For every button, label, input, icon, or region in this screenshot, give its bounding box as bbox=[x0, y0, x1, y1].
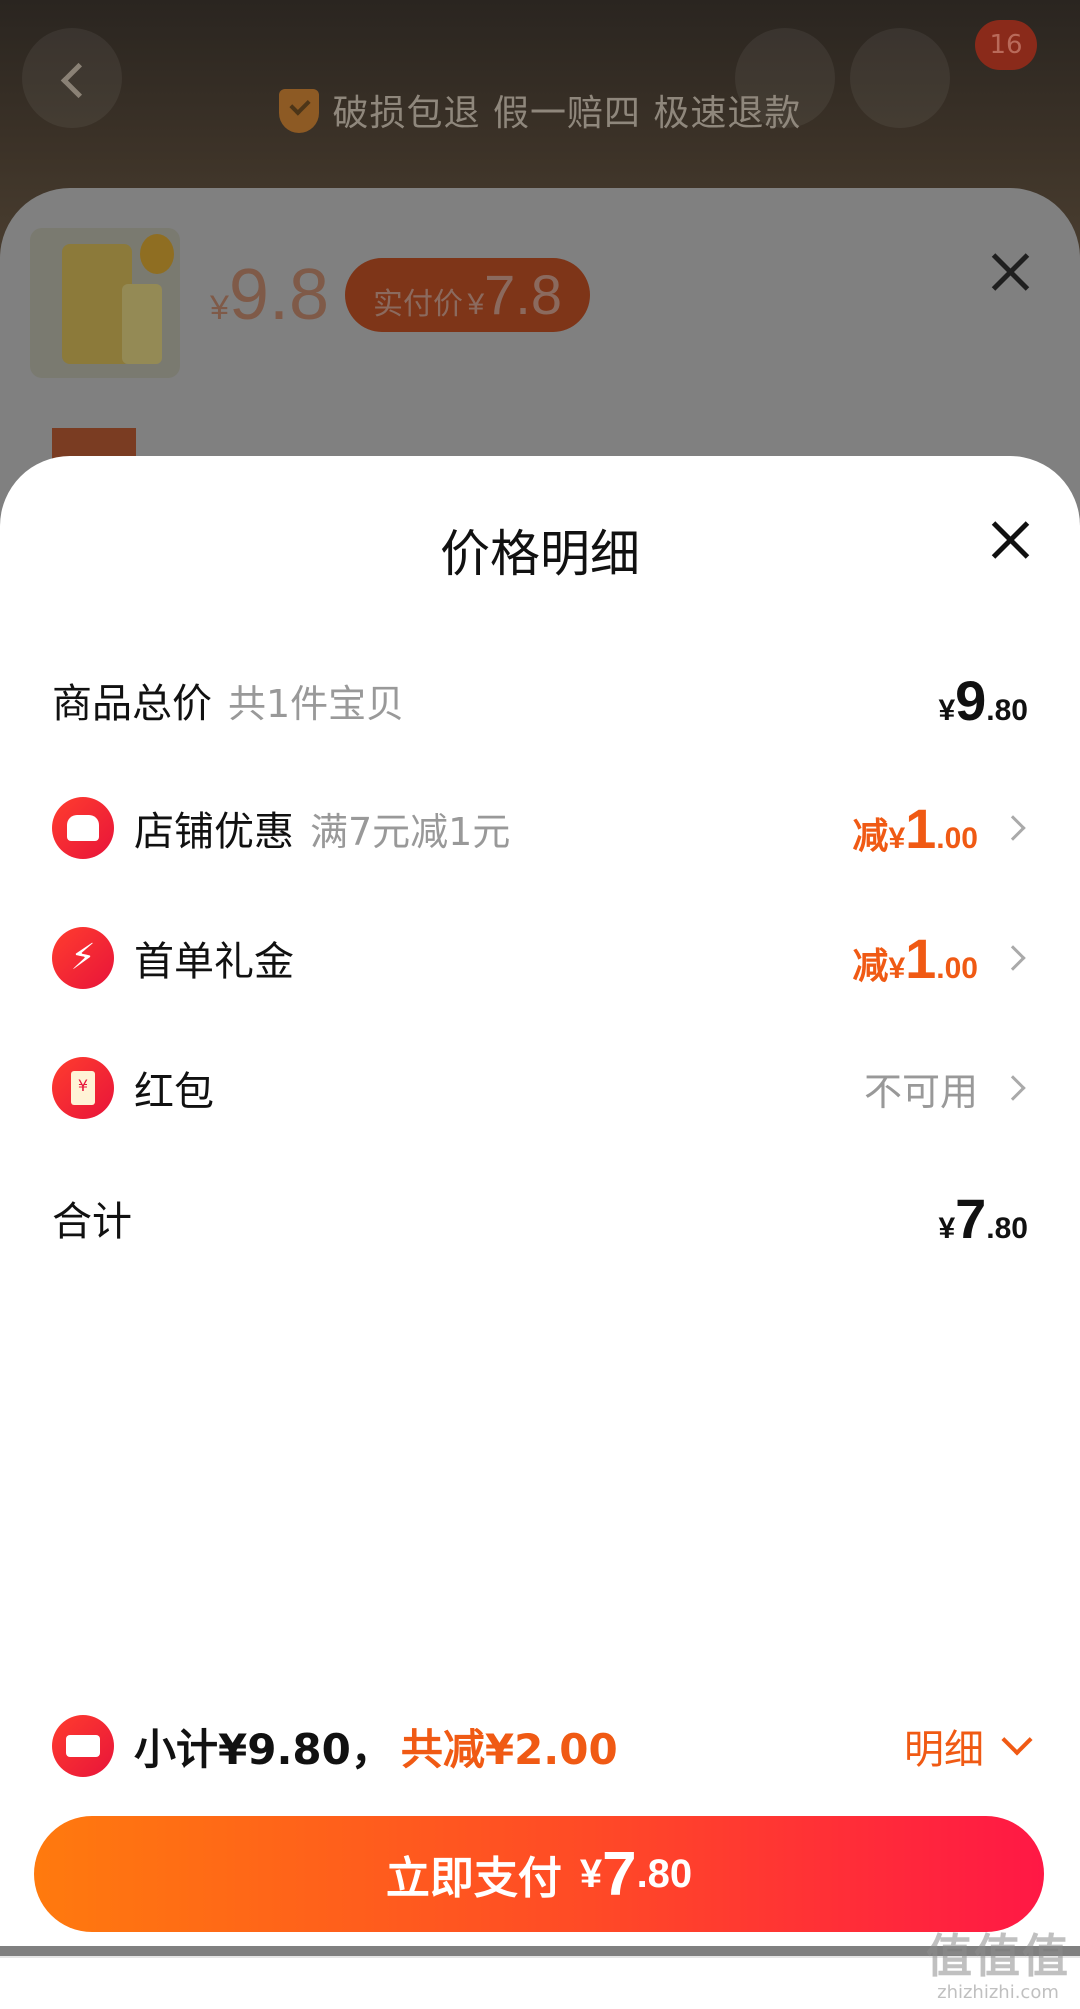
ticket-icon bbox=[52, 1715, 114, 1777]
product-thumbnail bbox=[30, 228, 180, 378]
paid-price-pill: 实付价 ¥7.8 bbox=[345, 258, 590, 332]
pay-amount-int: 7 bbox=[602, 1839, 637, 1909]
goods-total-amount: ¥9.80 bbox=[938, 668, 1028, 732]
pay-label: 立即支付 bbox=[385, 1853, 562, 1904]
pay-amount-dec: .80 bbox=[636, 1851, 693, 1896]
row-hint: 满7元减1元 bbox=[310, 809, 511, 854]
store-icon bbox=[52, 797, 114, 859]
chevron-right-icon bbox=[1000, 945, 1026, 971]
subtotal-text: 小计¥9.80， bbox=[134, 1724, 393, 1774]
row-label: 商品总价 bbox=[52, 681, 212, 727]
red-envelope-icon: ¥ bbox=[52, 1057, 114, 1119]
unavailable-text: 不可用 bbox=[863, 1069, 978, 1114]
cart-count-badge: 16 bbox=[975, 20, 1037, 70]
guarantee-text: 破损包退 假一赔四 极速退款 bbox=[332, 93, 802, 134]
row-first-order-gift[interactable]: 首单礼金 减¥1.00 bbox=[52, 918, 1028, 998]
close-icon[interactable] bbox=[988, 250, 1032, 294]
detail-toggle-button[interactable]: 明细 bbox=[904, 1706, 1033, 1786]
row-goods-total: 商品总价 共1件宝贝 ¥9.80 bbox=[52, 660, 1028, 740]
row-sum: 合计 ¥7.80 bbox=[52, 1178, 1028, 1258]
chevron-right-icon bbox=[1000, 1075, 1026, 1101]
price-detail-sheet: 价格明细 商品总价 共1件宝贝 ¥9.80 店铺优惠 满7元减1元 减 ¥1.00 bbox=[0, 456, 1080, 1946]
system-nav-bar bbox=[0, 1956, 1080, 2009]
row-hint: 共1件宝贝 bbox=[228, 681, 405, 726]
pay-currency: ¥ bbox=[579, 1851, 603, 1896]
detail-label: 明细 bbox=[904, 1727, 984, 1773]
guarantee-banner: 破损包退 假一赔四 极速退款 bbox=[0, 84, 1080, 136]
row-label: 红包 bbox=[134, 1069, 214, 1115]
subtotal-summary: 小计¥9.80， 共减¥2.00 bbox=[52, 1706, 618, 1786]
close-icon[interactable] bbox=[988, 518, 1032, 562]
row-red-envelope[interactable]: ¥ 红包 不可用 bbox=[52, 1048, 1028, 1128]
row-label: 首单礼金 bbox=[134, 939, 294, 985]
pay-now-button[interactable]: 立即支付 ¥7.80 bbox=[34, 1816, 1044, 1932]
watermark: 值值值 zhizhizhi.com bbox=[926, 1929, 1070, 2003]
chevron-right-icon bbox=[1000, 815, 1026, 841]
row-label: 店铺优惠 bbox=[134, 809, 294, 855]
product-price: ¥9.8 bbox=[210, 255, 330, 335]
savings-text: 共减¥2.00 bbox=[400, 1724, 618, 1774]
store-discount-amount: 减 ¥1.00 bbox=[852, 796, 978, 860]
sheet-title: 价格明细 bbox=[440, 525, 640, 583]
row-label: 合计 bbox=[52, 1199, 132, 1245]
chevron-down-icon bbox=[1001, 1724, 1033, 1756]
lightning-icon bbox=[52, 927, 114, 989]
shield-check-icon bbox=[278, 89, 319, 133]
sum-amount: ¥7.80 bbox=[938, 1186, 1028, 1250]
row-store-discount[interactable]: 店铺优惠 满7元减1元 减 ¥1.00 bbox=[52, 788, 1028, 868]
first-order-gift-amount: 减 ¥1.00 bbox=[852, 926, 978, 990]
